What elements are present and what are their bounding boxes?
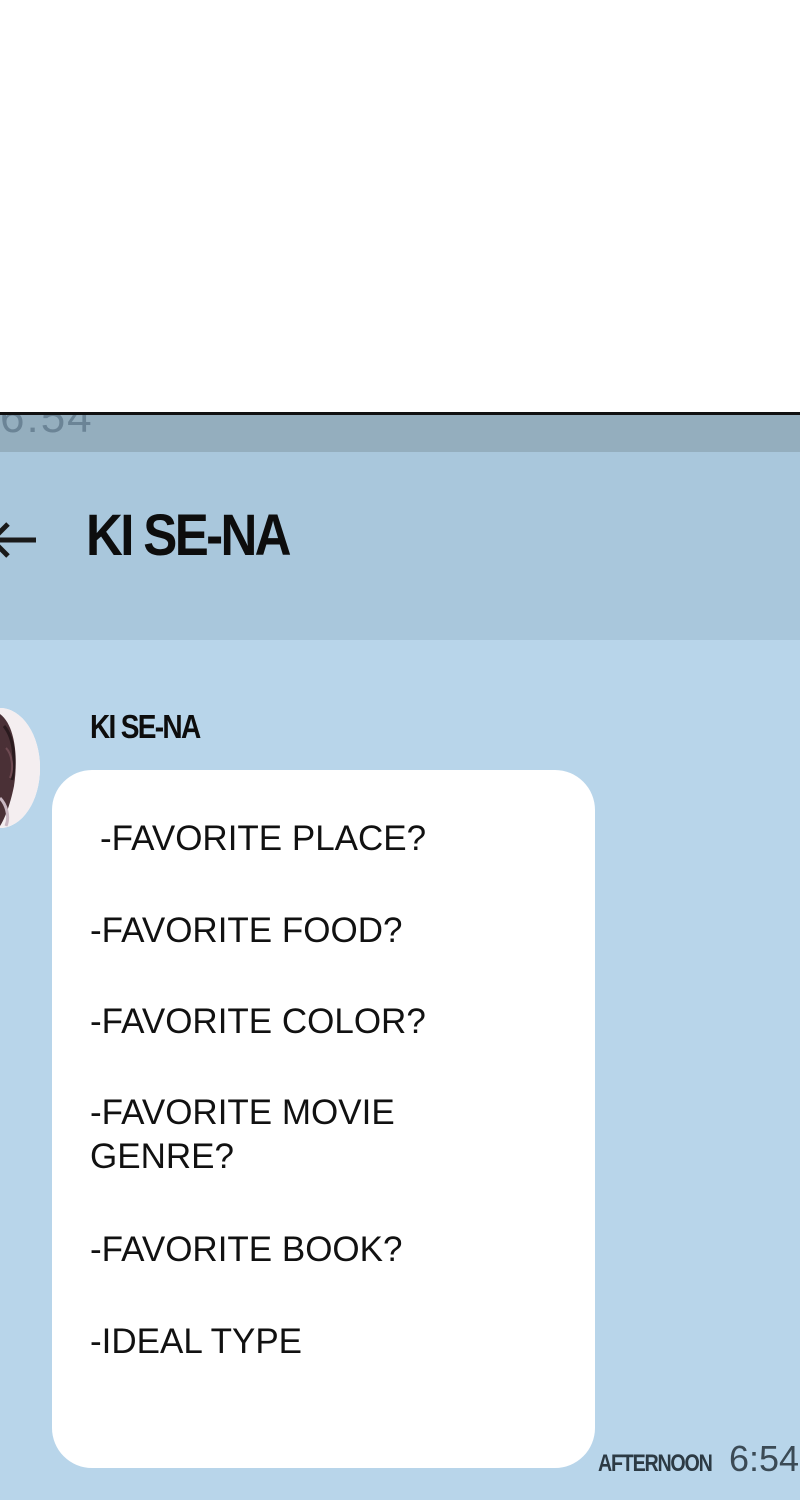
message-line-ideal-type: -IDEAL TYPE [90, 1322, 303, 1361]
comic-panel: 6:54 KI SE-NA KI SE-NA -FAVORITE PLACE? … [0, 0, 800, 1500]
message-line-favorite-food: -FAVORITE FOOD? [90, 911, 403, 950]
status-bar: 6:54 [0, 415, 800, 452]
message-bubble[interactable]: -FAVORITE PLACE? -FAVORITE FOOD? -FAVORI… [52, 770, 595, 1468]
timestamp-time: 6:54 [728, 1438, 800, 1479]
status-time: 6:54 [0, 415, 94, 442]
blank-panel-area [0, 0, 800, 412]
message-line-favorite-book: -FAVORITE BOOK? [90, 1230, 403, 1269]
message-line-favorite-color: -FAVORITE COLOR? [90, 1002, 426, 1041]
chat-title: KI SE-NA [86, 503, 292, 568]
avatar[interactable] [0, 708, 40, 828]
chat-messages[interactable]: KI SE-NA -FAVORITE PLACE? -FAVORITE FOOD… [0, 640, 800, 1500]
arrow-left-icon [0, 522, 36, 558]
back-button[interactable] [0, 512, 40, 568]
phone-screen: 6:54 KI SE-NA KI SE-NA -FAVORITE PLACE? … [0, 412, 800, 1500]
timestamp-period: AFTERNOON [598, 1450, 713, 1477]
avatar-image [0, 708, 40, 828]
sender-name: KI SE-NA [90, 708, 201, 745]
message-line-favorite-place: -FAVORITE PLACE? [100, 819, 427, 858]
message-timestamp: AFTERNOON 6:54 [598, 1438, 799, 1480]
chat-header: KI SE-NA [0, 452, 800, 640]
message-line-favorite-movie-genre: -FAVORITE MOVIE GENRE? [90, 1093, 395, 1176]
